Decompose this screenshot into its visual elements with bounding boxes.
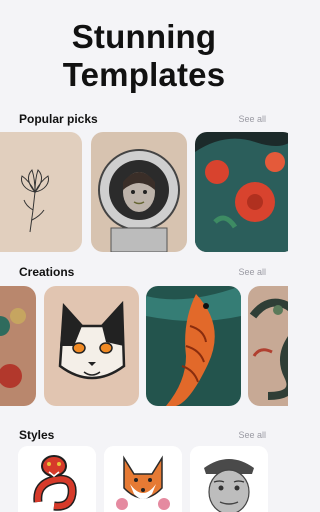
card-japanese-flower-tattoo[interactable]: [195, 132, 288, 252]
hero-title-line-1: Stunning: [71, 18, 217, 55]
card-snake-style[interactable]: [18, 446, 96, 512]
creations-title: Creations: [19, 265, 75, 279]
lotus-tattoo-image: [0, 132, 82, 252]
styles-carousel[interactable]: [0, 446, 288, 512]
hero-title: Stunning Templates: [0, 18, 288, 94]
popular-picks-carousel[interactable]: [0, 132, 288, 256]
styles-see-all-link[interactable]: See all: [238, 430, 266, 440]
card-dragon-tattoo[interactable]: [248, 286, 288, 406]
fox-sticker-image: [104, 446, 182, 512]
creations-see-all-link[interactable]: See all: [238, 267, 266, 277]
dragon-tattoo-image: [248, 286, 288, 406]
card-fox-style[interactable]: [104, 446, 182, 512]
astronaut-girl-tattoo-image: [91, 132, 187, 252]
hero-title-line-2: Templates: [62, 56, 226, 93]
styles-title: Styles: [19, 428, 55, 442]
card-lotus-tattoo[interactable]: [0, 132, 82, 252]
rose-tattoo-image: [0, 286, 36, 406]
card-astronaut-tattoo[interactable]: [91, 132, 187, 252]
snake-sticker-image: [18, 446, 96, 512]
card-koi-tattoo[interactable]: [146, 286, 241, 406]
card-portrait-style[interactable]: [190, 446, 268, 512]
old-man-portrait-image: [190, 446, 268, 512]
cat-tattoo-image: [44, 286, 139, 406]
koi-fish-tattoo-image: [146, 286, 241, 406]
popular-picks-title: Popular picks: [19, 112, 98, 126]
card-rose-tattoo[interactable]: [0, 286, 36, 406]
creations-carousel[interactable]: [0, 286, 288, 410]
popular-see-all-link[interactable]: See all: [238, 114, 266, 124]
card-cat-tattoo[interactable]: [44, 286, 139, 406]
japanese-flower-tattoo-image: [195, 132, 288, 252]
